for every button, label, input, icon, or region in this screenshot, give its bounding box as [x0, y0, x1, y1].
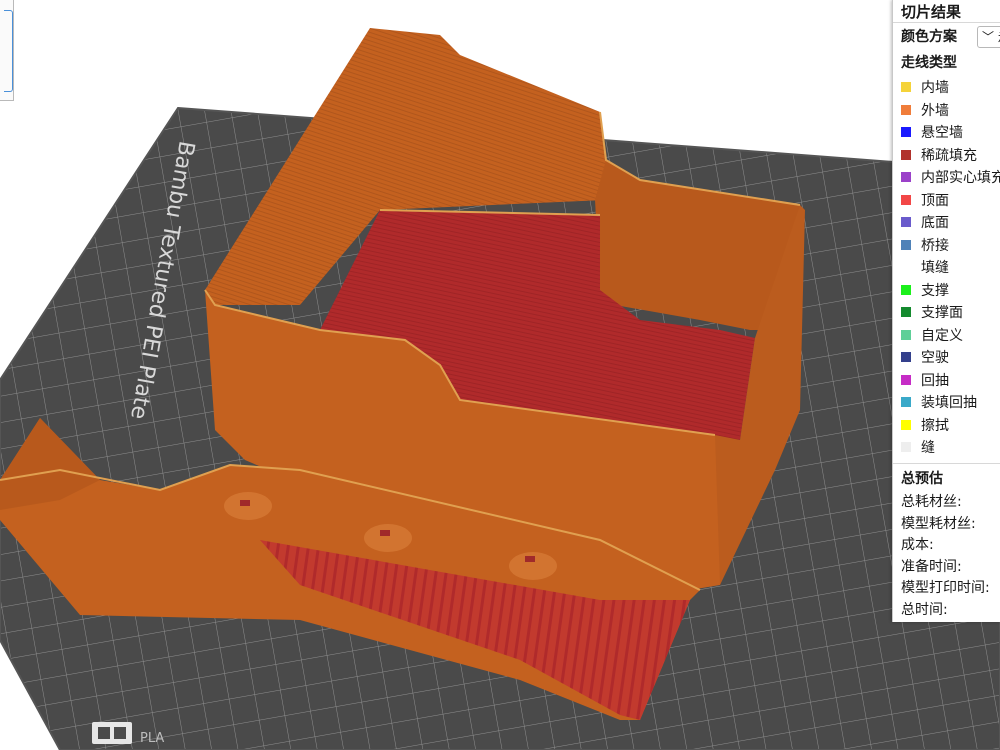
legend-item-label: 空驶 [921, 350, 949, 367]
plate-bottom-text: PLA [140, 731, 164, 746]
color-swatch [901, 419, 911, 430]
slice-legend-panel: 切片结果 颜色方案 ﹀ 走 走线类型 内墙外墙悬空墙稀疏填充内部实心填充顶面底面… [892, 0, 1000, 622]
color-swatch [901, 442, 911, 453]
summary-stat: 总耗材丝: [901, 494, 962, 510]
legend-item-label: 稀疏填充 [921, 147, 977, 164]
legend-item: 悬空墙 [901, 121, 1000, 144]
color-swatch [901, 262, 911, 273]
summary-stat: 成本: [901, 537, 934, 553]
legend-item: 支撑面 [901, 301, 1000, 324]
color-swatch [901, 352, 911, 363]
legend-item-label: 支撑面 [921, 305, 963, 322]
color-swatch [901, 284, 911, 295]
summary-stats: 总耗材丝: 模型耗材丝: 成本: 准备时间: 模型打印时间: 总时间: [901, 492, 990, 621]
selected-tool-indicator[interactable] [4, 10, 13, 92]
legend-item-label: 外墙 [921, 102, 949, 119]
summary-stat: 准备时间: [901, 558, 962, 575]
color-swatch [901, 217, 911, 228]
legend-item-label: 缝 [921, 440, 935, 457]
color-scheme-select[interactable]: ﹀ 走 [977, 26, 1000, 48]
summary-heading: 总预估 [901, 471, 943, 487]
color-swatch [901, 329, 911, 340]
legend-item-label: 桥接 [921, 237, 949, 254]
color-swatch [901, 374, 911, 385]
legend-title: 切片结果 [901, 3, 962, 21]
left-toolbar-frame [0, 0, 14, 101]
divider [893, 463, 1000, 464]
color-swatch [901, 307, 911, 318]
summary-stat: 模型打印时间: [901, 580, 990, 596]
legend-item-label: 擦拭 [921, 417, 949, 434]
legend-item: 内部实心填充 [901, 166, 1000, 189]
color-swatch [901, 397, 911, 408]
legend-item: 空驶 [901, 346, 1000, 369]
color-swatch [901, 172, 911, 183]
legend-item: 自定义 [901, 324, 1000, 347]
legend-item-label: 支撑 [921, 282, 949, 299]
legend-item: 内墙 [901, 76, 1000, 99]
divider [893, 22, 1000, 23]
line-type-heading: 走线类型 [901, 55, 957, 71]
legend-item: 桥接 [901, 234, 1000, 257]
3d-viewport[interactable]: Bambu Textured PEI Plate PLA [0, 0, 1000, 750]
legend-item: 外墙 [901, 99, 1000, 122]
legend-item-label: 装填回抽 [921, 395, 977, 412]
color-swatch [901, 194, 911, 205]
color-swatch [901, 82, 911, 93]
summary-stat: 总时间: [901, 601, 948, 618]
summary-stat: 模型耗材丝: [901, 515, 976, 532]
legend-item: 回抽 [901, 369, 1000, 392]
legend-item: 顶面 [901, 189, 1000, 212]
legend-item: 装填回抽 [901, 391, 1000, 414]
legend-item-label: 底面 [921, 215, 949, 232]
legend-item-label: 悬空墙 [921, 125, 963, 142]
legend-item: 填缝 [901, 256, 1000, 279]
legend-item-label: 内墙 [921, 80, 949, 97]
color-swatch [901, 149, 911, 160]
legend-item-label: 回抽 [921, 372, 949, 389]
legend-item-label: 填缝 [921, 260, 949, 277]
legend-item-label: 自定义 [921, 327, 963, 344]
legend-item-label: 内部实心填充 [921, 170, 1000, 187]
legend-item: 擦拭 [901, 414, 1000, 437]
color-swatch [901, 127, 911, 138]
legend-item: 底面 [901, 211, 1000, 234]
legend-item-label: 顶面 [921, 192, 949, 209]
color-scheme-row: 颜色方案 ﹀ 走 [901, 26, 1000, 48]
color-swatch [901, 104, 911, 115]
color-swatch [901, 239, 911, 250]
legend-item: 支撑 [901, 279, 1000, 302]
legend-item: 稀疏填充 [901, 144, 1000, 167]
legend-item: 缝 [901, 436, 1000, 459]
line-type-list: 内墙外墙悬空墙稀疏填充内部实心填充 顶面底面桥接填缝支撑支撑面自定义空驶回抽装填回… [901, 76, 1000, 459]
color-scheme-label: 颜色方案 [901, 29, 957, 45]
chevron-down-icon: ﹀ [982, 30, 995, 44]
